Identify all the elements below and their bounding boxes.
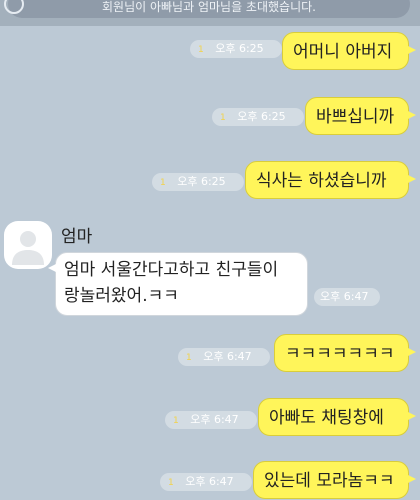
message-time: 오후 6:47	[320, 290, 369, 303]
message-meta: 1 오후 6:47	[160, 473, 252, 491]
message-meta: 1 오후 6:25	[212, 108, 304, 126]
default-avatar-icon	[12, 231, 44, 265]
unread-count: 1	[160, 178, 166, 188]
unread-count: 1	[198, 45, 204, 55]
outgoing-message[interactable]: 식사는 하셨습니까	[245, 161, 416, 199]
unread-count: 1	[220, 113, 226, 123]
incoming-message[interactable]: 엄마 서울간다고하고 친구들이 랑놀러왔어.ㅋㅋ	[48, 252, 308, 316]
message-time: 오후 6:47	[185, 475, 234, 488]
system-notice-bar: 회원님이 아빠님과 엄마님을 초대했습니다.	[0, 0, 420, 26]
message-meta: 1 오후 6:47	[178, 348, 270, 366]
outgoing-message[interactable]: ㅋㅋㅋㅋㅋㅋㅋ	[274, 334, 416, 372]
message-time: 오후 6:47	[203, 350, 252, 363]
message-time: 오후 6:25	[237, 110, 286, 123]
unread-count: 1	[173, 416, 179, 426]
message-meta: 1 오후 6:25	[152, 173, 244, 191]
message-meta: 1 오후 6:25	[190, 40, 282, 58]
system-notice-text: 회원님이 아빠님과 엄마님을 초대했습니다.	[8, 0, 410, 18]
unread-count: 1	[186, 353, 192, 363]
message-meta: 1 오후 6:47	[165, 411, 257, 429]
message-meta: 오후 6:47	[314, 288, 380, 306]
message-time: 오후 6:47	[190, 413, 239, 426]
message-line: 엄마 서울간다고하고 친구들이	[64, 260, 279, 280]
message-time: 오후 6:25	[215, 42, 264, 55]
outgoing-message[interactable]: 어머니 아버지	[282, 32, 416, 70]
unread-count: 1	[168, 478, 174, 488]
avatar[interactable]	[4, 221, 52, 269]
message-line: 랑놀러왔어.ㅋㅋ	[64, 286, 179, 306]
outgoing-message[interactable]: 있는데 모라놈ㅋㅋ	[253, 461, 416, 499]
outgoing-message[interactable]: 아빠도 채팅창에	[258, 398, 416, 436]
outgoing-message[interactable]: 바쁘십니까	[305, 97, 416, 135]
sender-name: 엄마	[61, 227, 93, 247]
message-time: 오후 6:25	[177, 175, 226, 188]
